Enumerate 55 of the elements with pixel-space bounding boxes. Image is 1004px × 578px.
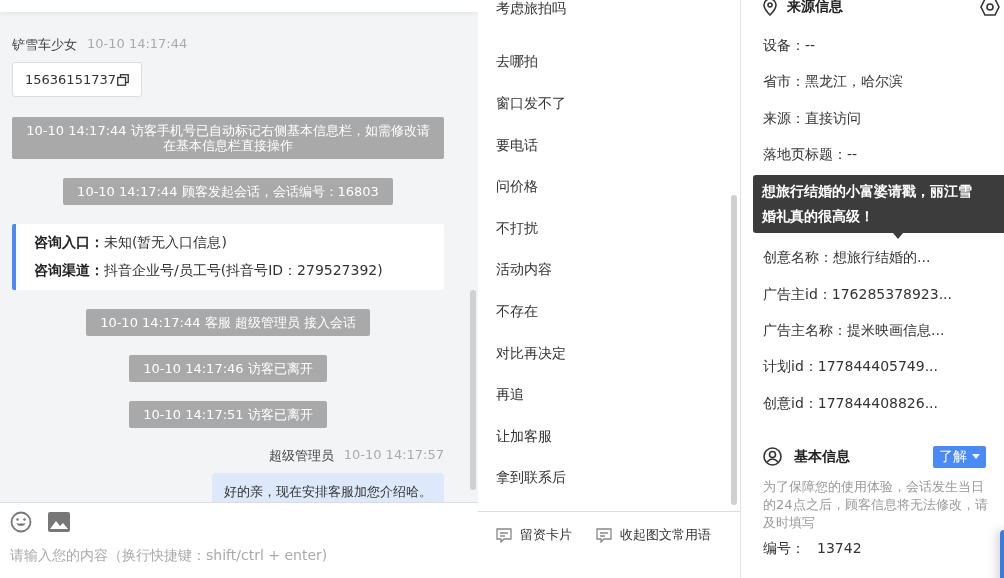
system-notice: 10-10 14:17:44 客服 超级管理员 接入会话 bbox=[86, 309, 370, 336]
phrase-item[interactable]: 让加客服 bbox=[496, 414, 740, 457]
phrase-item[interactable]: 拿到联系后 bbox=[496, 456, 740, 499]
message-input[interactable]: 请输入您的内容（换行快捷键：shift/ctrl + enter) bbox=[10, 547, 430, 563]
sender-name: 铲雪车少女 bbox=[12, 36, 77, 54]
source-info-row-text: 设备：-- bbox=[763, 36, 817, 56]
phrase-item[interactable]: 窗口发不了 bbox=[496, 82, 740, 124]
phrase-item[interactable]: 活动内容 bbox=[496, 248, 740, 291]
copy-icon[interactable] bbox=[117, 73, 129, 86]
info-line: 咨询入口：未知(暂无入口信息) bbox=[34, 234, 228, 252]
source-info-row-text: 来源：直接访问 bbox=[763, 108, 862, 128]
caret-icon bbox=[972, 454, 980, 460]
message-time: 10-10 14:17:44 bbox=[87, 36, 188, 53]
user-icon bbox=[763, 447, 782, 467]
phrase-item[interactable]: 要电话 bbox=[496, 123, 740, 166]
system-notice: 10-10 14:17:44 顾客发起会话，会话编号：16803 bbox=[63, 178, 393, 205]
notice-text: 为了保障您的使用体验，会话发生当日的24点之后，顾客信息将无法修改，请及时填写 bbox=[763, 477, 989, 532]
scrollbar[interactable] bbox=[731, 195, 737, 505]
source-info-row-text: 落地页标题：-- bbox=[763, 145, 859, 165]
phone-message: 15636151737 bbox=[12, 62, 142, 97]
system-notice: 10-10 14:17:51 访客已离开 bbox=[129, 401, 327, 428]
system-notice: 10-10 14:17:46 访客已离开 bbox=[129, 355, 327, 382]
field-value: 13742 bbox=[817, 539, 862, 558]
source-info-row-text: 创意id：177844408826... bbox=[763, 393, 939, 413]
source-info-row-text: 创意名称：想旅行结婚的... bbox=[763, 248, 932, 268]
section-title: 基本信息 bbox=[794, 447, 850, 466]
message-bubble: 好的亲，现在安排客服加您介绍哈。 bbox=[212, 473, 444, 502]
message-icon bbox=[496, 527, 512, 543]
source-info-row-text: 省市：黑龙江，哈尔滨 bbox=[763, 72, 904, 92]
phrase-action[interactable]: 收起图文常用语 bbox=[596, 525, 711, 545]
field-label: 编号： bbox=[763, 539, 805, 558]
scrollbar[interactable] bbox=[470, 290, 476, 490]
emoji-icon[interactable] bbox=[10, 511, 32, 533]
phrase-item[interactable]: 再追 bbox=[496, 373, 740, 415]
source-info-row-text: 计划id：177844405749... bbox=[763, 357, 939, 377]
tooltip-arrow-icon bbox=[893, 233, 903, 240]
info-line: 咨询渠道：抖音企业号/员工号(抖音号ID：279527392) bbox=[34, 262, 384, 280]
phrase-item[interactable]: 对比再决定 bbox=[496, 331, 740, 374]
section-title: 来源信息 bbox=[787, 0, 843, 16]
message-icon bbox=[596, 527, 612, 543]
location-icon bbox=[763, 0, 777, 16]
source-info-row-text: 广告主id：176285378923... bbox=[763, 284, 953, 304]
settings-icon[interactable] bbox=[980, 0, 1000, 16]
phrase-item[interactable]: 问价格 bbox=[496, 165, 740, 207]
system-notice: 10-10 14:17:44 访客手机号已自动标记右侧基本信息栏，如需修改请在基本信息栏直接操作 bbox=[12, 117, 444, 159]
phrase-action[interactable]: 留资卡片 bbox=[496, 525, 572, 545]
phrase-item[interactable]: 不存在 bbox=[496, 290, 740, 332]
image-icon[interactable] bbox=[48, 512, 70, 532]
source-info-row-text: 广告主名称：提米映画信息... bbox=[763, 320, 946, 340]
phrase-item[interactable]: 去哪拍 bbox=[496, 40, 740, 83]
tooltip: 想旅行结婚的小富婆请戳，丽江雪 婚礼真的很高级！ bbox=[753, 175, 1004, 234]
phrase-item[interactable]: 不打扰 bbox=[496, 206, 740, 249]
sender-name: 超级管理员 bbox=[268, 447, 334, 465]
message-time: 10-10 14:17:57 bbox=[343, 447, 444, 464]
phrase-item[interactable]: 考虑旅拍吗 bbox=[496, 0, 740, 17]
